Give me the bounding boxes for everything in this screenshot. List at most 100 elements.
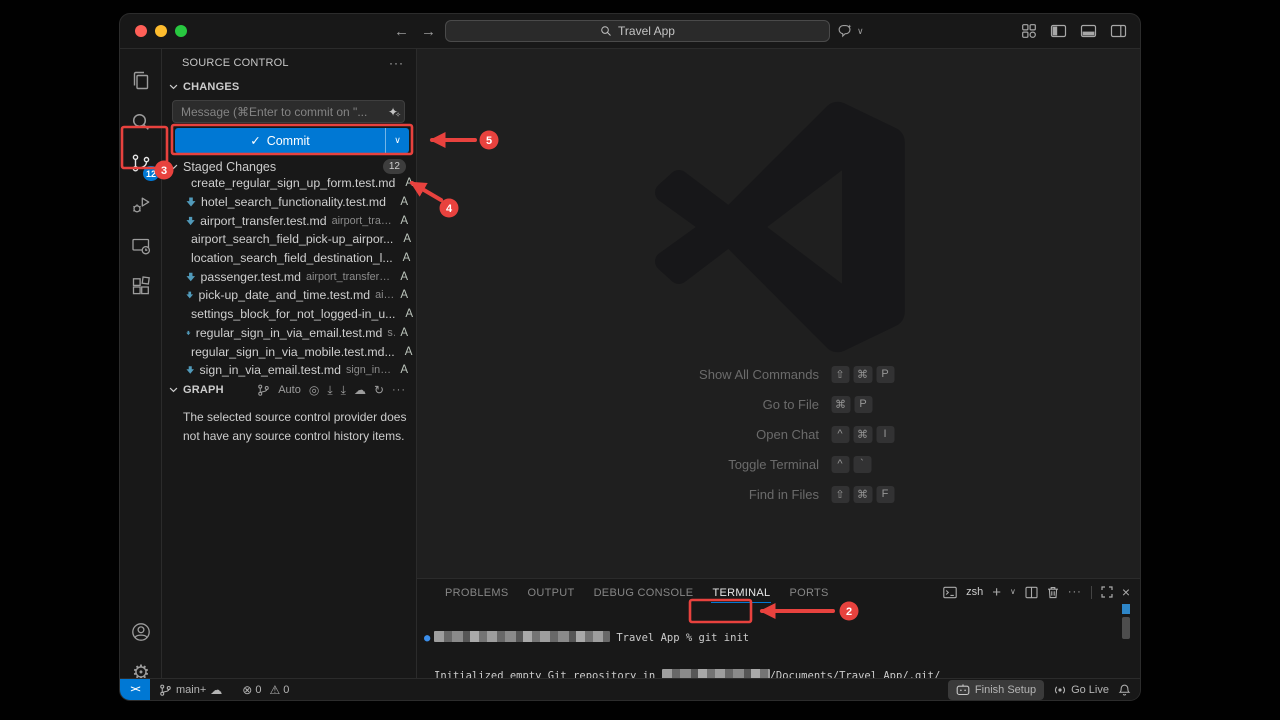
branch-name: main+ <box>176 684 206 696</box>
bottom-panel: PROBLEMS OUTPUT DEBUG CONSOLE TERMINAL P… <box>417 578 1140 678</box>
toggle-primary-sidebar-icon[interactable] <box>1050 23 1067 39</box>
problems-status-item[interactable]: ⊗ 0 ⚠ 0 <box>242 684 289 696</box>
back-icon[interactable]: ← <box>394 23 409 40</box>
status-bar: >< main+ ☁ ⊗ 0 ⚠ 0 Finish Setup Go Live <box>120 678 1140 700</box>
customize-layout-icon[interactable] <box>1021 23 1037 39</box>
refresh-icon[interactable]: ↻ <box>374 383 384 397</box>
terminal-scrollbar[interactable] <box>1122 617 1130 639</box>
key-chip: ⇧ <box>831 366 849 383</box>
staged-file-row[interactable]: pick-up_date_and_time.test.mdairp... A <box>162 286 416 305</box>
git-pull-icon[interactable]: ⤓ <box>341 383 346 398</box>
terminal-icon <box>943 586 957 599</box>
finish-setup-label: Finish Setup <box>975 684 1036 696</box>
finish-setup-button[interactable]: Finish Setup <box>948 680 1044 700</box>
staged-file-row[interactable]: settings_block_for_not_logged-in_u... A <box>162 305 416 324</box>
commit-message-input[interactable] <box>173 105 382 119</box>
cloud-icon[interactable]: ☁ <box>354 383 366 397</box>
toggle-secondary-sidebar-icon[interactable] <box>1110 23 1127 39</box>
staged-file-row[interactable]: create_regular_sign_up_form.test.md A <box>162 174 416 193</box>
tab-debug-console[interactable]: DEBUG CONSOLE <box>593 582 695 603</box>
command-decoration-icon: ● <box>424 632 434 644</box>
file-status: A <box>403 233 411 245</box>
file-status: A <box>400 327 408 339</box>
minimize-window-icon[interactable] <box>155 25 167 37</box>
file-status: A <box>405 308 413 320</box>
chevron-down-icon <box>169 84 178 90</box>
commit-label: Commit <box>267 134 310 148</box>
toggle-panel-icon[interactable] <box>1080 23 1097 39</box>
graph-auto-label[interactable]: Auto <box>278 384 301 396</box>
commit-dropdown-button[interactable]: ∨ <box>385 128 409 153</box>
tab-output[interactable]: OUTPUT <box>527 582 576 603</box>
changes-label: CHANGES <box>183 81 239 93</box>
tab-ports[interactable]: PORTS <box>788 582 829 603</box>
generate-commit-message-icon[interactable]: ✦✧ <box>382 105 404 119</box>
chevron-down-icon: ∨ <box>394 135 401 146</box>
scm-changes-badge: 12 <box>143 166 159 181</box>
more-actions-icon[interactable]: ··· <box>392 384 406 396</box>
search-view-icon[interactable] <box>121 102 161 142</box>
close-panel-icon[interactable]: × <box>1122 585 1130 599</box>
shell-label[interactable]: zsh <box>966 586 983 598</box>
commit-button[interactable]: ✓ Commit ∨ <box>175 128 409 153</box>
graph-label: GRAPH <box>183 384 224 396</box>
extensions-icon[interactable] <box>121 266 161 306</box>
changes-section-header[interactable]: CHANGES <box>162 77 416 97</box>
remote-explorer-icon[interactable] <box>121 226 161 266</box>
staged-file-row[interactable]: airport_transfer.test.mdairport_trans...… <box>162 211 416 230</box>
more-actions-icon[interactable]: ··· <box>389 56 404 70</box>
git-fetch-icon[interactable]: ⤓ <box>327 383 332 398</box>
forward-icon[interactable]: → <box>421 23 436 40</box>
file-status: A <box>400 289 408 301</box>
new-terminal-icon[interactable]: + <box>992 585 1001 600</box>
staged-file-row[interactable]: location_search_field_destination_l... A <box>162 249 416 268</box>
more-actions-icon[interactable]: ··· <box>1068 587 1082 598</box>
chevron-down-icon[interactable]: ∨ <box>1010 588 1016 596</box>
file-name: airport_search_field_pick-up_airpor... <box>191 232 393 246</box>
remote-indicator[interactable]: >< <box>120 679 150 700</box>
staged-file-row[interactable]: sign_in_via_email.test.mdsign_in_fo... A <box>162 361 416 380</box>
explorer-icon[interactable] <box>121 61 161 101</box>
source-control-icon[interactable]: 12 <box>121 143 161 183</box>
warning-icon: ⚠ <box>269 684 280 696</box>
staged-file-row[interactable]: regular_sign_in_via_email.test.mdsi... A <box>162 324 416 343</box>
file-name: sign_in_via_email.test.md <box>199 363 341 377</box>
file-status: A <box>403 252 411 264</box>
key-chip: ` <box>853 456 871 473</box>
terminal-line: ● Travel App % git init <box>424 631 1120 644</box>
key-chip: P <box>876 366 894 383</box>
tab-problems[interactable]: PROBLEMS <box>444 582 510 603</box>
staged-file-row[interactable]: regular_sign_in_via_mobile.test.md... A <box>162 342 416 361</box>
staged-file-row[interactable]: hotel_search_functionality.test.md A <box>162 193 416 212</box>
error-icon: ⊗ <box>242 684 252 696</box>
error-count: 0 <box>255 684 261 696</box>
prompt-text: Travel App % <box>616 632 698 644</box>
editor-area: Show All Commands ⇧⌘P Go to File ⌘P Open… <box>417 49 1140 578</box>
staged-file-row[interactable]: airport_search_field_pick-up_airpor... A <box>162 230 416 249</box>
copilot-chat-button[interactable]: ∨ <box>836 14 864 48</box>
toolbar-divider <box>1091 586 1092 599</box>
key-chip: ⌘ <box>831 396 850 413</box>
tab-terminal[interactable]: TERMINAL <box>711 582 771 603</box>
branch-status-item[interactable]: main+ ☁ <box>159 683 222 697</box>
kill-terminal-trash-icon[interactable] <box>1047 586 1059 599</box>
zoom-window-icon[interactable] <box>175 25 187 37</box>
notifications-bell-icon[interactable] <box>1118 683 1131 697</box>
run-debug-icon[interactable] <box>121 185 161 225</box>
command-center-search[interactable]: Travel App <box>445 20 830 42</box>
markdown-file-icon <box>186 216 195 226</box>
go-live-button[interactable]: Go Live <box>1053 683 1109 697</box>
title-bar: ← → Travel App ∨ <box>120 14 1140 49</box>
staged-file-row[interactable]: passenger.test.mdairport_transfer_s... A <box>162 267 416 286</box>
chevron-down-icon: ∨ <box>857 26 864 37</box>
accounts-icon[interactable] <box>121 612 161 652</box>
file-status: A <box>400 364 408 376</box>
close-window-icon[interactable] <box>135 25 147 37</box>
graph-section-header[interactable]: GRAPH Auto ◎ ⤓ ⤓ ☁ ↻ ··· <box>162 381 416 399</box>
maximize-panel-icon[interactable] <box>1101 586 1113 598</box>
editor-watermark-shortcuts: Show All Commands ⇧⌘P Go to File ⌘P Open… <box>596 359 961 509</box>
split-terminal-icon[interactable] <box>1025 586 1038 599</box>
file-name: create_regular_sign_up_form.test.md <box>191 176 395 190</box>
target-icon[interactable]: ◎ <box>309 383 319 397</box>
key-chip: ⌘ <box>853 486 872 503</box>
